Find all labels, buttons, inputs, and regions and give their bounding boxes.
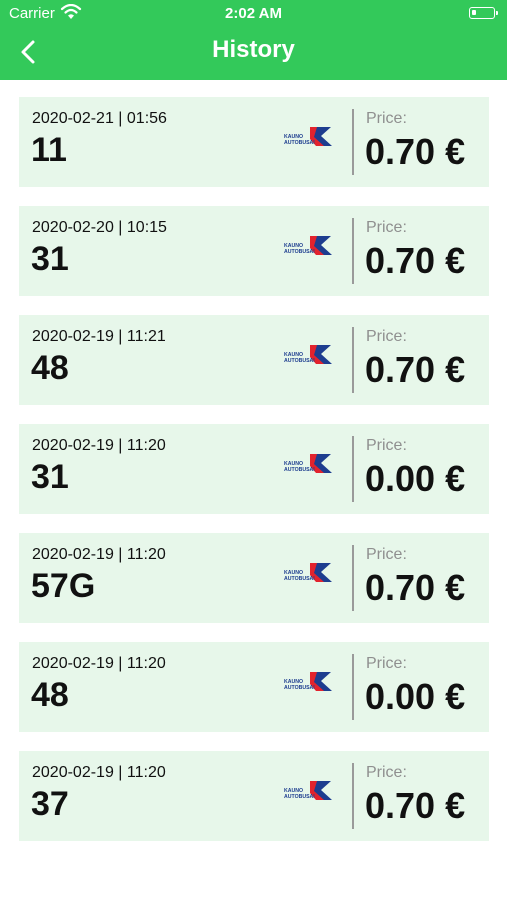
kauno-autobusai-logo: KAUNO AUTOBUSAI	[284, 672, 332, 691]
svg-text:AUTOBUSAI: AUTOBUSAI	[284, 249, 315, 255]
divider	[352, 545, 354, 611]
trip-date: 2020-02-21 | 01:56	[32, 110, 167, 127]
divider	[352, 763, 354, 829]
history-item[interactable]: 2020-02-19 | 11:20 37 KAUNO AUTOBUSAI Pr…	[19, 751, 489, 841]
svg-text:AUTOBUSAI: AUTOBUSAI	[284, 794, 315, 800]
trip-date: 2020-02-19 | 11:20	[32, 655, 166, 672]
route-number: 57G	[31, 567, 96, 605]
page-title: History	[212, 36, 295, 63]
price-label: Price:	[366, 764, 407, 781]
header-bar: Carrier 2:02 AM History	[0, 0, 507, 80]
status-time: 2:02 AM	[225, 5, 282, 22]
divider	[352, 109, 354, 175]
route-number: 37	[31, 785, 69, 823]
route-number: 11	[31, 131, 67, 169]
battery-icon	[469, 7, 498, 19]
trip-date: 2020-02-19 | 11:20	[32, 437, 166, 454]
price-value: 0.70 €	[365, 240, 466, 281]
divider	[352, 654, 354, 720]
route-number: 48	[31, 349, 69, 387]
kauno-autobusai-logo: KAUNO AUTOBUSAI	[284, 345, 332, 364]
trip-date: 2020-02-20 | 10:15	[32, 219, 167, 236]
svg-text:AUTOBUSAI: AUTOBUSAI	[284, 140, 315, 146]
history-list: 2020-02-21 | 01:56 11 KAUNO AUTOBUSAI Pr…	[19, 97, 489, 860]
price-value: 0.00 €	[365, 458, 466, 499]
price-label: Price:	[366, 219, 407, 236]
price-label: Price:	[366, 655, 407, 672]
price-value: 0.70 €	[365, 349, 466, 390]
kauno-autobusai-logo: KAUNO AUTOBUSAI	[284, 781, 332, 800]
history-item[interactable]: 2020-02-21 | 01:56 11 KAUNO AUTOBUSAI Pr…	[19, 97, 489, 187]
history-item[interactable]: 2020-02-19 | 11:20 48 KAUNO AUTOBUSAI Pr…	[19, 642, 489, 732]
divider	[352, 436, 354, 502]
trip-date: 2020-02-19 | 11:20	[32, 546, 166, 563]
route-number: 31	[31, 240, 69, 278]
status-bar: Carrier 2:02 AM	[0, 0, 507, 28]
route-number: 48	[31, 676, 69, 714]
history-item[interactable]: 2020-02-19 | 11:20 57G KAUNO AUTOBUSAI P…	[19, 533, 489, 623]
price-label: Price:	[366, 110, 407, 127]
svg-text:AUTOBUSAI: AUTOBUSAI	[284, 685, 315, 691]
history-item[interactable]: 2020-02-19 | 11:20 31 KAUNO AUTOBUSAI Pr…	[19, 424, 489, 514]
kauno-autobusai-logo: KAUNO AUTOBUSAI	[284, 563, 332, 582]
kauno-autobusai-logo: KAUNO AUTOBUSAI	[284, 127, 332, 146]
history-item[interactable]: 2020-02-20 | 10:15 31 KAUNO AUTOBUSAI Pr…	[19, 206, 489, 296]
price-value: 0.70 €	[365, 131, 466, 172]
svg-text:AUTOBUSAI: AUTOBUSAI	[284, 467, 315, 473]
price-label: Price:	[366, 437, 407, 454]
price-value: 0.00 €	[365, 676, 466, 717]
kauno-autobusai-logo: KAUNO AUTOBUSAI	[284, 236, 332, 255]
price-value: 0.70 €	[365, 785, 466, 826]
svg-text:AUTOBUSAI: AUTOBUSAI	[284, 576, 315, 582]
svg-text:AUTOBUSAI: AUTOBUSAI	[284, 358, 315, 364]
divider	[352, 327, 354, 393]
price-label: Price:	[366, 546, 407, 563]
divider	[352, 218, 354, 284]
price-label: Price:	[366, 328, 407, 345]
history-item[interactable]: 2020-02-19 | 11:21 48 KAUNO AUTOBUSAI Pr…	[19, 315, 489, 405]
price-value: 0.70 €	[365, 567, 466, 608]
trip-date: 2020-02-19 | 11:21	[32, 328, 166, 345]
kauno-autobusai-logo: KAUNO AUTOBUSAI	[284, 454, 332, 473]
route-number: 31	[31, 458, 69, 496]
trip-date: 2020-02-19 | 11:20	[32, 764, 166, 781]
